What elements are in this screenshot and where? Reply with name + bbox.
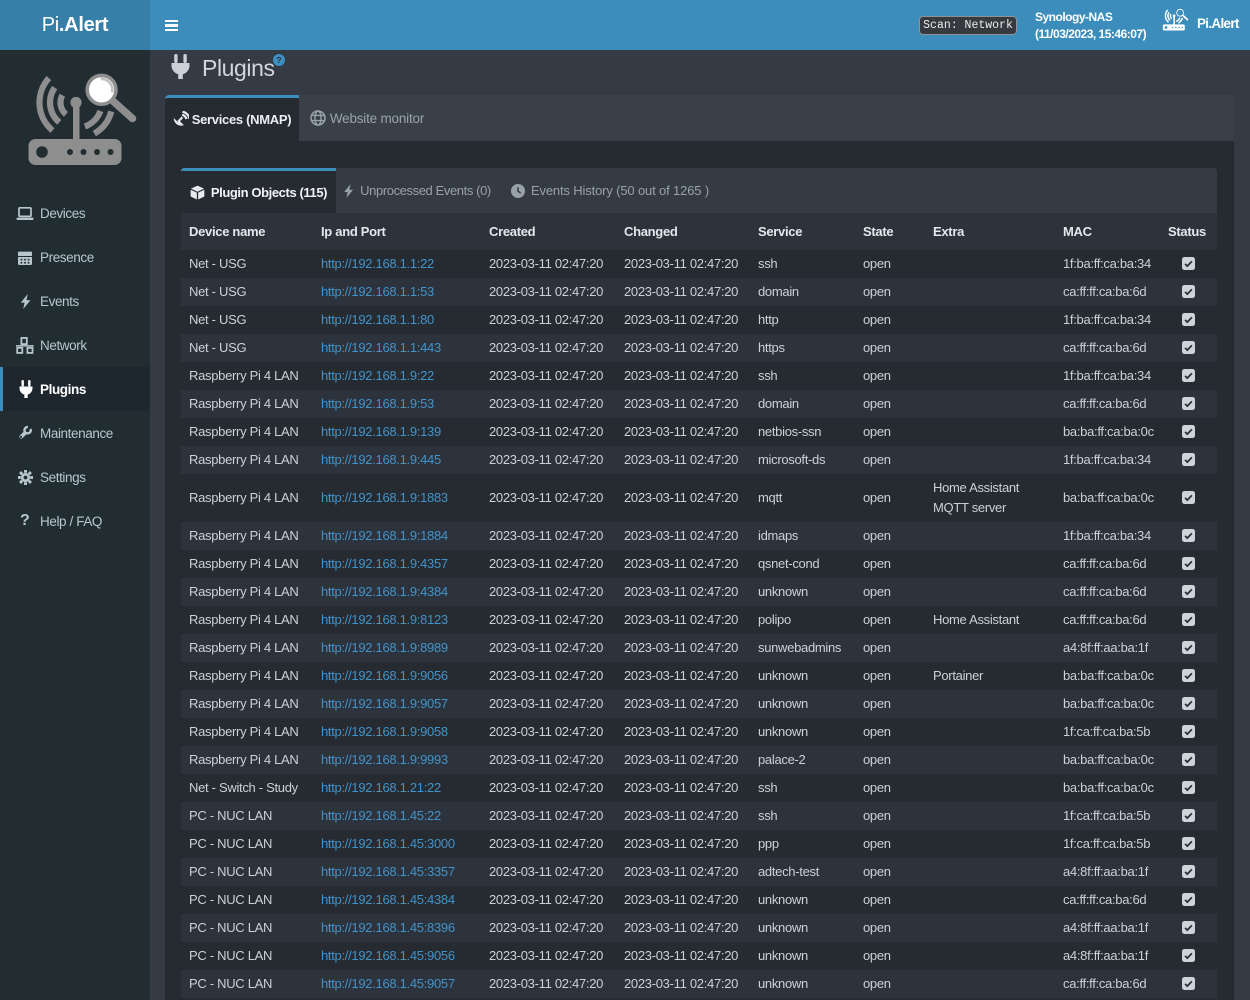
- svg-text:?: ?: [276, 55, 281, 65]
